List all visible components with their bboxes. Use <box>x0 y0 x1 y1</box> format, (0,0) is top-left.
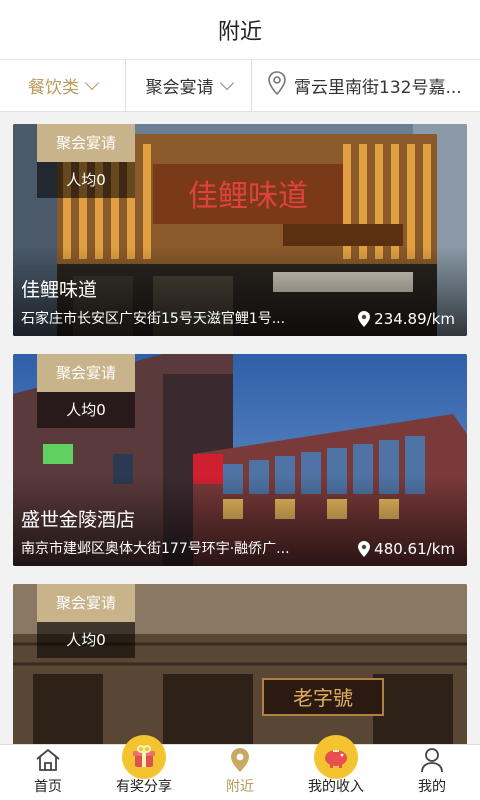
gift-icon <box>122 735 166 779</box>
occasion-tag-label: 聚会宴请 <box>55 134 116 152</box>
sign-text: 老字號 <box>293 686 353 710</box>
map-pin-icon <box>358 541 371 557</box>
occasion-tag-label: 聚会宴请 <box>55 364 116 382</box>
distance-value: 480.61/km <box>374 540 455 558</box>
category-filter[interactable]: 餐饮类 <box>0 60 126 111</box>
tab-mine-label: 我的 <box>418 779 446 795</box>
occasion-tag: 聚会宴请 人均0 <box>37 124 135 198</box>
category-filter-label: 餐饮类 <box>28 78 79 98</box>
chevron-down-icon <box>84 75 100 91</box>
restaurant-address: 石家庄市长安区广安街15号天滋官鲤1号... <box>21 311 286 327</box>
restaurant-card[interactable]: 聚会宴请 人均0 盛世金陵酒店 南京市建邺区奥体大街177号环宇·融侨广... … <box>13 354 467 566</box>
chevron-down-icon <box>219 75 234 91</box>
map-pin-icon <box>358 311 371 327</box>
tab-home-label: 首页 <box>34 779 62 795</box>
home-icon <box>33 745 63 774</box>
tab-share-reward-label: 有奖分享 <box>116 779 172 795</box>
tab-my-income-label: 我的收入 <box>308 779 364 795</box>
average-price: 人均0 <box>37 392 135 428</box>
occasion-filter-label: 聚会宴请 <box>145 78 214 98</box>
restaurant-name: 盛世金陵酒店 <box>21 509 136 531</box>
restaurant-list[interactable]: 佳鲤味道 聚会宴请 人均0 佳鲤味道 石家庄市长安区广安街15号天滋官鲤1号..… <box>0 112 480 744</box>
page-title: 附近 <box>217 19 262 45</box>
tab-nearby[interactable]: 附近 <box>192 745 288 800</box>
distance: 480.61/km <box>358 540 455 558</box>
occasion-tag: 聚会宴请 人均0 <box>37 354 135 428</box>
restaurant-name: 佳鲤味道 <box>21 279 98 301</box>
top-bar: 附近 <box>0 0 480 60</box>
location-icon <box>225 745 255 774</box>
tab-home[interactable]: 首页 <box>0 745 96 800</box>
tab-my-income[interactable]: 我的收入 <box>288 735 384 800</box>
sign-text: 佳鲤味道 <box>188 179 308 214</box>
piggy-bank-icon <box>314 735 358 779</box>
average-price: 人均0 <box>37 162 135 198</box>
tab-nearby-label: 附近 <box>226 779 254 795</box>
user-icon <box>417 745 447 774</box>
restaurant-card[interactable]: 佳鲤味道 聚会宴请 人均0 佳鲤味道 石家庄市长安区广安街15号天滋官鲤1号..… <box>13 124 467 336</box>
occasion-filter[interactable]: 聚会宴请 <box>126 60 252 111</box>
restaurant-card[interactable]: 老字號 聚会宴请 人均0 <box>13 584 467 744</box>
bottom-tab-bar: 首页 有奖分享 附近 我的收入 我的 <box>0 735 480 800</box>
location-filter-label: 霄云里南街132号嘉... <box>294 78 462 98</box>
distance-value: 234.89/km <box>374 310 455 328</box>
tab-mine[interactable]: 我的 <box>384 745 480 800</box>
occasion-tag: 聚会宴请 人均0 <box>37 584 135 658</box>
location-filter[interactable]: 霄云里南街132号嘉... <box>252 60 480 111</box>
map-pin-icon <box>268 71 286 100</box>
app-root: 附近 餐饮类 聚会宴请 霄云里南街132号嘉... 佳鲤味道 聚会宴请 人均0 … <box>0 0 480 800</box>
average-price: 人均0 <box>37 622 135 658</box>
restaurant-address: 南京市建邺区奥体大街177号环宇·融侨广... <box>21 541 290 557</box>
filter-bar: 餐饮类 聚会宴请 霄云里南街132号嘉... <box>0 60 480 112</box>
tab-share-reward[interactable]: 有奖分享 <box>96 735 192 800</box>
distance: 234.89/km <box>358 310 455 328</box>
occasion-tag-label: 聚会宴请 <box>55 594 116 612</box>
